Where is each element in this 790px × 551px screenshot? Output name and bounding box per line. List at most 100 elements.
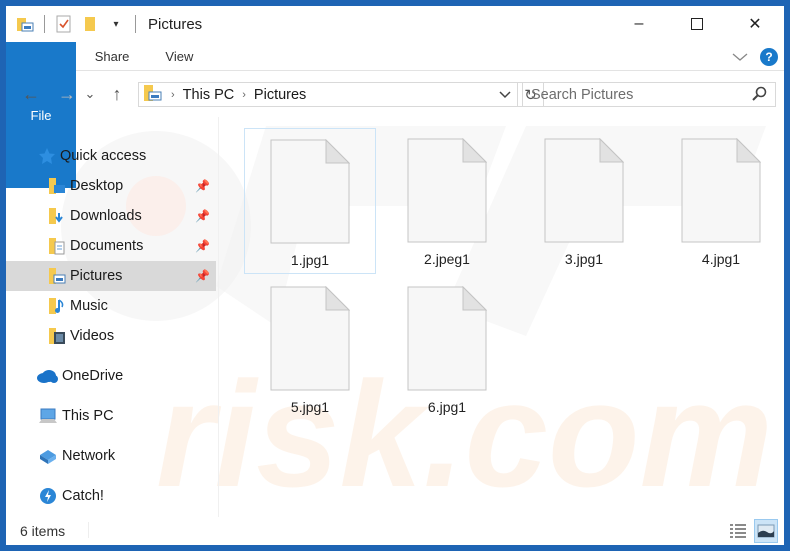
file-item[interactable]: 6.jpg1 <box>381 276 513 422</box>
details-view-icon <box>730 524 746 538</box>
pin-icon[interactable]: 📌 <box>195 209 210 223</box>
file-item[interactable]: 5.jpg1 <box>244 276 376 422</box>
sidebar-item-this-pc[interactable]: This PC <box>6 401 216 431</box>
maximize-button[interactable] <box>668 6 726 42</box>
tab-share[interactable]: Share <box>77 42 148 70</box>
blank-file-icon <box>681 138 761 243</box>
large-icons-view-icon <box>757 524 775 538</box>
sidebar-item-label: Network <box>62 448 116 464</box>
videos-folder-icon <box>48 327 66 345</box>
downloads-folder-icon <box>48 207 66 225</box>
desktop-folder-icon <box>48 177 66 195</box>
network-icon <box>38 447 58 465</box>
chevron-down-icon: ⌄ <box>84 86 96 101</box>
file-item[interactable]: 4.jpg1 <box>655 128 784 274</box>
breadcrumb-this-pc[interactable]: This PC <box>183 87 235 103</box>
sidebar-item-label: Music <box>70 298 108 314</box>
breadcrumb-pictures[interactable]: Pictures <box>254 87 306 103</box>
search-icon <box>751 86 767 106</box>
expand-ribbon-button[interactable] <box>732 49 748 65</box>
sidebar-item-label: Downloads <box>70 208 142 224</box>
up-button[interactable]: ↑ <box>102 79 132 109</box>
toolbar-divider <box>44 15 45 33</box>
pictures-folder-icon <box>143 84 163 106</box>
pane-divider[interactable] <box>218 117 219 517</box>
computer-icon <box>38 407 58 425</box>
forward-button[interactable]: → <box>52 79 82 109</box>
file-name: 2.jpeg1 <box>424 251 470 267</box>
search-placeholder: Search Pictures <box>531 86 634 103</box>
sidebar-item-label: Documents <box>70 238 144 254</box>
file-name: 1.jpg1 <box>290 252 330 268</box>
title-bar: ▾ Pictures – ✕ <box>6 6 784 42</box>
sidebar-item-pictures[interactable]: Pictures 📌 <box>6 261 216 291</box>
close-button[interactable]: ✕ <box>726 6 784 42</box>
toolbar-divider <box>135 15 136 33</box>
sidebar-item-label: OneDrive <box>62 368 124 384</box>
star-icon <box>38 147 56 165</box>
file-item[interactable]: 2.jpeg1 <box>381 128 513 274</box>
ribbon-tabs: File Home Share View ? <box>6 42 784 188</box>
search-input[interactable]: Search Pictures <box>522 82 776 107</box>
sidebar-item-documents[interactable]: Documents 📌 <box>6 231 216 261</box>
cloud-icon <box>36 367 58 385</box>
recent-locations-button[interactable]: ⌄ <box>82 79 98 109</box>
sidebar-item-label: Desktop <box>70 178 124 194</box>
sidebar-item-quick-access[interactable]: Quick access <box>6 141 216 171</box>
address-bar[interactable]: › This PC › Pictures <box>138 82 518 107</box>
file-name: 5.jpg1 <box>290 399 330 415</box>
address-history-dropdown[interactable] <box>499 88 511 102</box>
sidebar-item-catch[interactable]: Catch! <box>6 481 216 511</box>
new-folder-icon[interactable] <box>81 15 99 33</box>
properties-icon[interactable] <box>55 15 73 33</box>
large-icons-view-button[interactable] <box>754 519 778 543</box>
file-item[interactable]: 3.jpg1 <box>518 128 650 274</box>
sidebar-item-label: Videos <box>70 328 115 344</box>
sidebar-item-music[interactable]: Music <box>6 291 216 321</box>
file-name: 4.jpg1 <box>701 251 741 267</box>
sidebar-item-label: Pictures <box>70 268 123 284</box>
ribbon-controls: ? <box>732 42 778 71</box>
chevron-down-icon <box>499 90 511 98</box>
blank-file-icon <box>407 138 487 243</box>
file-name: 3.jpg1 <box>564 251 604 267</box>
status-divider <box>88 522 89 538</box>
status-bar: 6 items <box>6 517 784 545</box>
view-toggle <box>726 517 778 545</box>
music-folder-icon <box>48 297 66 315</box>
file-list: 1.jpg1 2.jpeg1 3.jpg1 4.jpg1 5.jpg1 6.jpg1 <box>222 117 784 517</box>
navigation-bar: ← → ⌄ ↑ › This PC › Pictures ↻ Search Pi… <box>6 71 784 117</box>
sidebar-item-videos[interactable]: Videos <box>6 321 216 351</box>
back-button[interactable]: ← <box>16 79 46 109</box>
customize-dropdown-icon[interactable]: ▾ <box>107 15 125 33</box>
window-controls: – ✕ <box>610 6 784 42</box>
quick-access-toolbar: ▾ <box>6 15 146 33</box>
minimize-button[interactable]: – <box>610 6 668 42</box>
pictures-folder-icon <box>48 267 66 285</box>
sidebar-item-onedrive[interactable]: OneDrive <box>6 361 216 391</box>
up-arrow-icon: ↑ <box>112 83 122 104</box>
window-title: Pictures <box>148 15 203 33</box>
breadcrumb-separator: › <box>242 88 246 101</box>
breadcrumb-separator: › <box>171 88 175 101</box>
sidebar-item-network[interactable]: Network <box>6 441 216 471</box>
sidebar-item-desktop[interactable]: Desktop 📌 <box>6 171 216 201</box>
maximize-icon <box>691 18 703 30</box>
pin-icon[interactable]: 📌 <box>195 269 210 283</box>
file-name: 6.jpg1 <box>427 399 467 415</box>
catch-icon <box>38 487 58 505</box>
explorer-window: risk.com ▾ Pictures – ✕ File Home Sh <box>6 6 784 545</box>
sidebar-item-label: Quick access <box>60 148 147 164</box>
file-item[interactable]: 1.jpg1 <box>244 128 376 274</box>
details-view-button[interactable] <box>726 519 750 543</box>
blank-file-icon <box>407 286 487 391</box>
pictures-folder-icon <box>16 15 34 33</box>
sidebar-item-downloads[interactable]: Downloads 📌 <box>6 201 216 231</box>
tab-view[interactable]: View <box>147 42 211 70</box>
pin-icon[interactable]: 📌 <box>195 239 210 253</box>
chevron-down-icon <box>732 53 748 61</box>
sidebar-item-label: Catch! <box>62 488 104 504</box>
help-button[interactable]: ? <box>760 47 778 66</box>
item-count: 6 items <box>20 523 66 539</box>
pin-icon[interactable]: 📌 <box>195 179 210 193</box>
